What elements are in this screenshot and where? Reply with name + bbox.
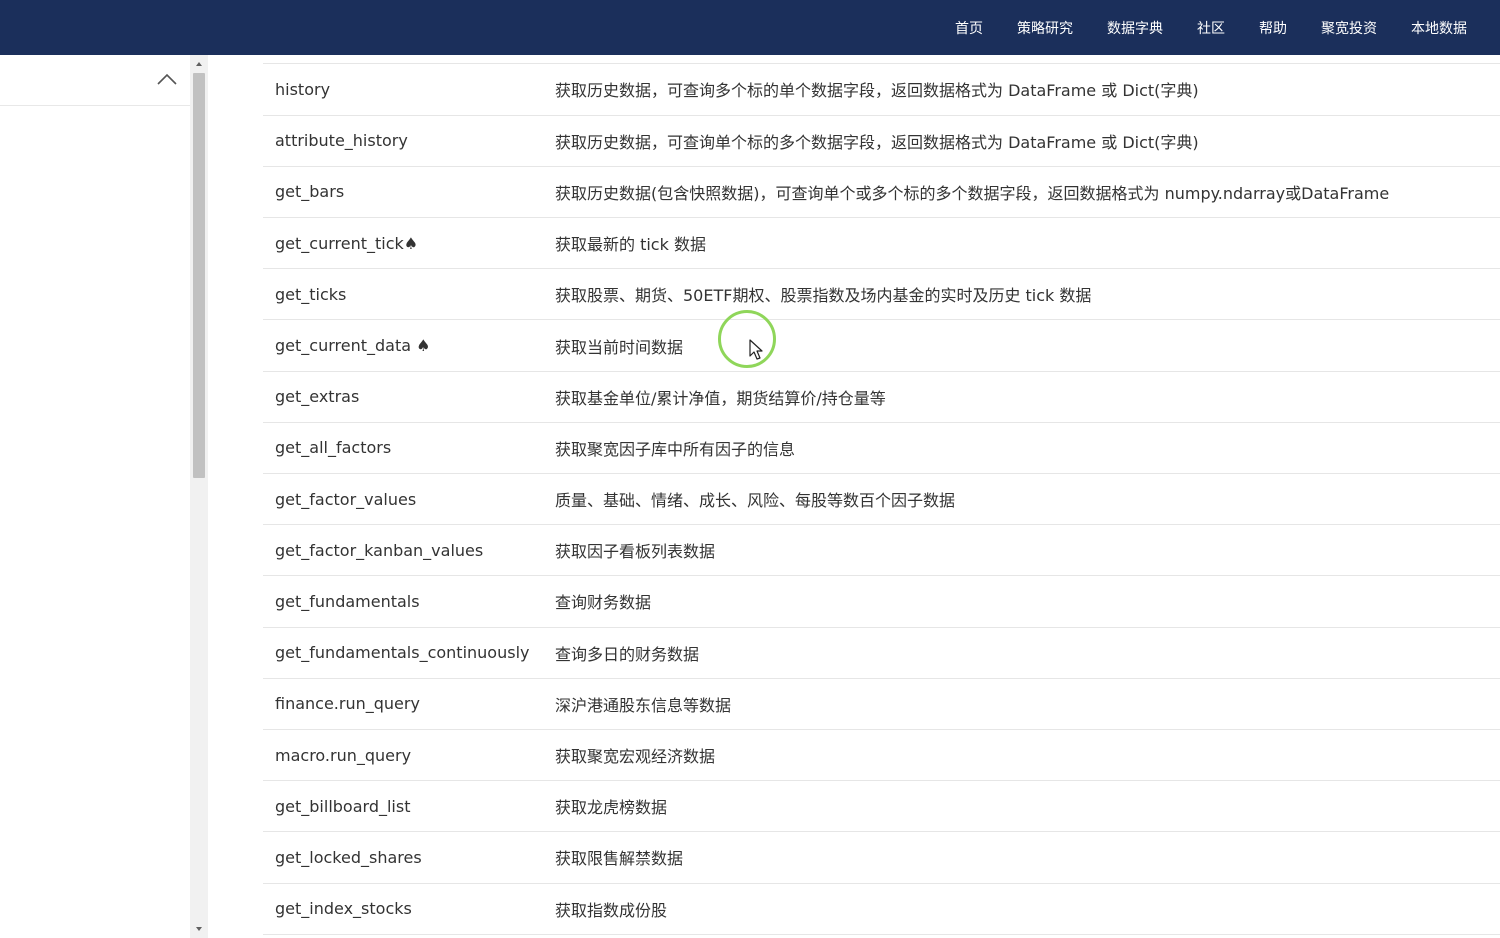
top-navigation-bar: 首页 策略研究 数据字典 社区 帮助 聚宽投资 本地数据 — [0, 0, 1500, 55]
function-description: 获取限售解禁数据 — [555, 849, 684, 869]
table-row: get_billboard_list 获取龙虎榜数据 — [263, 781, 1500, 832]
table-row: get_locked_shares 获取限售解禁数据 — [263, 832, 1500, 883]
table-row: get_current_tick♠ 获取最新的 tick 数据 — [263, 218, 1500, 269]
function-description: 获取龙虎榜数据 — [555, 798, 668, 818]
function-name[interactable]: get_fundamentals — [263, 576, 555, 627]
function-name[interactable]: get_index_stocks — [263, 883, 555, 934]
function-description: 获取聚宽因子库中所有因子的信息 — [555, 439, 796, 459]
function-description: 获取聚宽宏观经济数据 — [555, 747, 716, 767]
function-name[interactable]: get_locked_shares — [263, 832, 555, 883]
function-description: 获取历史数据，可查询多个标的单个数据字段，返回数据格式为 DataFrame 或… — [555, 81, 1199, 101]
click-highlight-ring — [718, 310, 776, 368]
api-content: history 获取历史数据，可查询多个标的单个数据字段，返回数据格式为 Data… — [263, 55, 1500, 938]
function-name[interactable]: get_factor_values — [263, 474, 555, 525]
table-row: get_index_stocks 获取指数成份股 — [263, 883, 1500, 935]
function-description: 获取最新的 tick 数据 — [555, 235, 706, 255]
api-function-table: history 获取历史数据，可查询多个标的单个数据字段，返回数据格式为 Data… — [263, 64, 1500, 935]
table-row: get_fundamentals_continuously 查询多日的财务数据 — [263, 627, 1500, 679]
function-name[interactable]: get_fundamentals_continuously — [263, 627, 555, 678]
scrollbar-thumb[interactable] — [193, 73, 205, 478]
sidebar — [0, 55, 190, 938]
function-name[interactable]: get_factor_kanban_values — [263, 525, 555, 576]
function-name[interactable]: attribute_history — [263, 115, 555, 166]
function-name[interactable]: get_current_tick♠ — [263, 218, 555, 269]
function-description: 获取历史数据(包含快照数据)，可查询单个或多个标的多个数据字段，返回数据格式为 … — [555, 183, 1390, 203]
table-row: get_factor_kanban_values 获取因子看板列表数据 — [263, 525, 1500, 576]
function-name[interactable]: get_extras — [263, 371, 555, 422]
function-description: 获取因子看板列表数据 — [555, 542, 716, 562]
nav-item-home[interactable]: 首页 — [955, 18, 983, 38]
function-name[interactable]: history — [263, 64, 555, 115]
table-row: finance.run_query 深沪港通股东信息等数据 — [263, 678, 1500, 730]
table-row: get_extras 获取基金单位/累计净值，期货结算价/持仓量等 — [263, 371, 1500, 423]
nav-item-local-data[interactable]: 本地数据 — [1411, 18, 1467, 38]
nav-item-help[interactable]: 帮助 — [1259, 18, 1287, 38]
function-description: 获取股票、期货、50ETF期权、股票指数及场内基金的实时及历史 tick 数据 — [555, 286, 1092, 306]
function-name[interactable]: get_all_factors — [263, 422, 555, 473]
mouse-pointer-icon — [749, 339, 763, 360]
table-row: history 获取历史数据，可查询多个标的单个数据字段，返回数据格式为 Data… — [263, 64, 1500, 116]
nav-item-strategy-research[interactable]: 策略研究 — [1017, 18, 1073, 38]
sidebar-scrollbar[interactable] — [190, 55, 208, 938]
nav-item-community[interactable]: 社区 — [1197, 18, 1225, 38]
nav-item-data-dictionary[interactable]: 数据字典 — [1107, 18, 1163, 38]
function-name[interactable]: get_ticks — [263, 269, 555, 320]
function-name[interactable]: finance.run_query — [263, 678, 555, 729]
function-description: 获取指数成份股 — [555, 900, 668, 920]
table-row: get_ticks 获取股票、期货、50ETF期权、股票指数及场内基金的实时及历史… — [263, 269, 1500, 320]
function-description: 获取当前时间数据 — [555, 337, 684, 357]
function-description: 质量、基础、情绪、成长、风险、每股等数百个因子数据 — [555, 491, 956, 511]
table-row: attribute_history 获取历史数据，可查询单个标的多个数据字段，返回… — [263, 115, 1500, 167]
function-description: 深沪港通股东信息等数据 — [555, 695, 732, 715]
function-name[interactable]: get_current_data ♠ — [263, 320, 555, 371]
function-description: 获取历史数据，可查询单个标的多个数据字段，返回数据格式为 DataFrame 或… — [555, 132, 1199, 152]
table-row: macro.run_query 获取聚宽宏观经济数据 — [263, 729, 1500, 781]
nav-item-joinquant-invest[interactable]: 聚宽投资 — [1321, 18, 1377, 38]
sidebar-header — [0, 55, 190, 106]
function-name[interactable]: get_bars — [263, 166, 555, 217]
table-row: get_bars 获取历史数据(包含快照数据)，可查询单个或多个标的多个数据字段，… — [263, 166, 1500, 218]
table-row: get_all_factors 获取聚宽因子库中所有因子的信息 — [263, 422, 1500, 474]
main-nav: 首页 策略研究 数据字典 社区 帮助 聚宽投资 本地数据 — [938, 0, 1484, 55]
function-name[interactable]: macro.run_query — [263, 729, 555, 780]
function-description: 查询财务数据 — [555, 593, 652, 613]
chevron-up-icon[interactable] — [156, 69, 178, 89]
function-name[interactable]: get_billboard_list — [263, 781, 555, 832]
function-description: 查询多日的财务数据 — [555, 644, 700, 664]
table-row: get_factor_values 质量、基础、情绪、成长、风险、每股等数百个因子… — [263, 474, 1500, 525]
scroll-up-arrow-icon[interactable] — [190, 57, 208, 71]
table-row: get_fundamentals 查询财务数据 — [263, 576, 1500, 628]
function-description: 获取基金单位/累计净值，期货结算价/持仓量等 — [555, 388, 886, 408]
scroll-down-arrow-icon[interactable] — [190, 922, 208, 936]
table-row: get_current_data ♠ 获取当前时间数据 — [263, 320, 1500, 372]
